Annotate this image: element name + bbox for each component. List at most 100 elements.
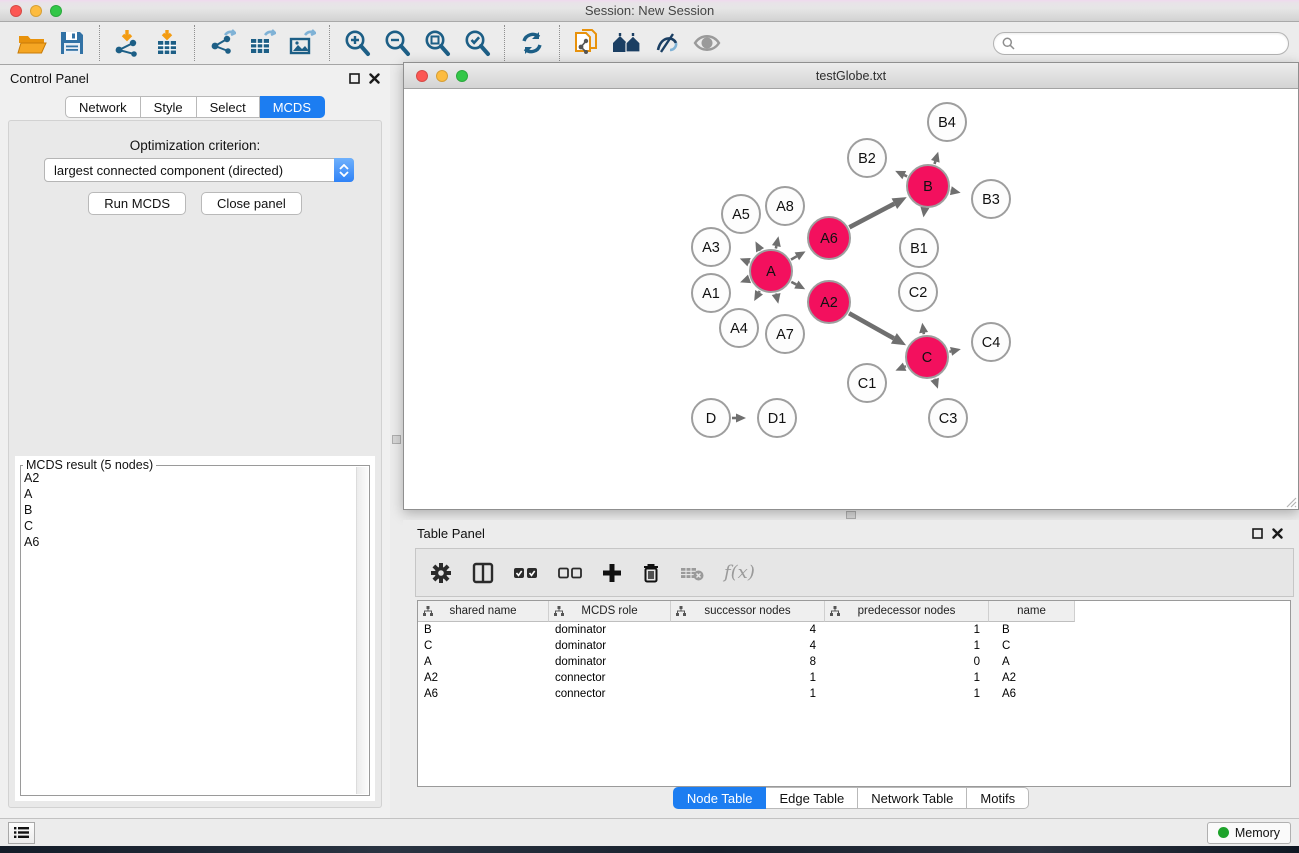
table-cell[interactable]: 0 <box>825 654 989 670</box>
memory-button[interactable]: Memory <box>1207 822 1291 844</box>
delete-column-button[interactable] <box>642 562 660 583</box>
graph-node-A6[interactable]: A6 <box>808 217 850 259</box>
graph-node-A8[interactable]: A8 <box>766 187 804 225</box>
table-cell[interactable]: 1 <box>825 670 989 686</box>
zoom-fit-button[interactable] <box>417 24 457 62</box>
graph-node-D1[interactable]: D1 <box>758 399 796 437</box>
column-header-shared-name[interactable]: shared name <box>418 601 549 622</box>
network-canvas[interactable]: B4B2BB3A8A5A6A3B1AA1C2A2A4A7C4CC1C3DD1 <box>404 89 1298 509</box>
graph-node-C2[interactable]: C2 <box>899 273 937 311</box>
table-cell[interactable]: 1 <box>825 622 989 638</box>
close-panel-icon[interactable] <box>369 73 380 84</box>
graph-node-D[interactable]: D <box>692 399 730 437</box>
new-network-from-selection-button[interactable] <box>567 24 607 62</box>
task-history-button[interactable] <box>8 822 35 844</box>
graph-edge-A6-B[interactable] <box>849 204 894 228</box>
result-item[interactable]: A2 <box>24 470 355 486</box>
graph-node-B3[interactable]: B3 <box>972 180 1010 218</box>
zoom-out-button[interactable] <box>377 24 417 62</box>
table-cell[interactable]: A6 <box>418 686 549 702</box>
import-table-button[interactable] <box>147 24 187 62</box>
graph-node-A5[interactable]: A5 <box>722 195 760 233</box>
float-panel-icon[interactable] <box>1252 528 1263 539</box>
export-image-button[interactable] <box>282 24 322 62</box>
run-mcds-button[interactable]: Run MCDS <box>88 192 186 215</box>
search-input[interactable] <box>1020 36 1280 50</box>
column-header-predecessor-nodes[interactable]: predecessor nodes <box>825 601 989 622</box>
network-graph[interactable]: B4B2BB3A8A5A6A3B1AA1C2A2A4A7C4CC1C3DD1 <box>404 89 1298 509</box>
table-cell[interactable]: 8 <box>671 654 825 670</box>
vertical-splitter-handle[interactable] <box>392 435 401 444</box>
mcds-result-list[interactable]: A2ABCA6 <box>24 470 355 793</box>
table-cell[interactable]: C <box>989 638 1075 654</box>
column-header-name[interactable]: name <box>989 601 1075 622</box>
graph-edge-A-A2[interactable] <box>791 282 796 285</box>
table-cell[interactable]: 1 <box>825 686 989 702</box>
graph-edge-B-B2[interactable] <box>904 175 907 176</box>
table-cell[interactable]: dominator <box>549 638 671 654</box>
tab-network-table[interactable]: Network Table <box>858 787 967 809</box>
graph-node-C[interactable]: C <box>906 336 948 378</box>
import-network-button[interactable] <box>107 24 147 62</box>
graph-node-B[interactable]: B <box>907 165 949 207</box>
tab-style[interactable]: Style <box>141 96 197 118</box>
graph-node-A3[interactable]: A3 <box>692 228 730 266</box>
home-button[interactable] <box>607 24 647 62</box>
table-cell[interactable]: 1 <box>671 686 825 702</box>
save-session-button[interactable] <box>52 24 92 62</box>
tab-motifs[interactable]: Motifs <box>967 787 1029 809</box>
table-cell[interactable]: dominator <box>549 622 671 638</box>
select-all-columns-button[interactable] <box>514 567 538 579</box>
function-builder-button[interactable]: f(x) <box>724 562 755 583</box>
zoom-in-button[interactable] <box>337 24 377 62</box>
export-table-button[interactable] <box>242 24 282 62</box>
table-row[interactable]: Cdominator41C <box>418 638 1290 654</box>
table-cell[interactable]: A <box>418 654 549 670</box>
export-network-button[interactable] <box>202 24 242 62</box>
table-cell[interactable]: 1 <box>671 670 825 686</box>
tab-select[interactable]: Select <box>197 96 260 118</box>
column-header-MCDS-role[interactable]: MCDS role <box>549 601 671 622</box>
tab-mcds[interactable]: MCDS <box>260 96 325 118</box>
horizontal-splitter-handle[interactable] <box>846 511 856 519</box>
table-cell[interactable]: B <box>989 622 1075 638</box>
open-session-button[interactable] <box>12 24 52 62</box>
graph-node-A7[interactable]: A7 <box>766 315 804 353</box>
optimization-criterion-select[interactable]: largest connected component (directed) <box>44 158 354 182</box>
graph-node-A4[interactable]: A4 <box>720 309 758 347</box>
table-row[interactable]: A6connector11A6 <box>418 686 1290 702</box>
table-cell[interactable]: B <box>418 622 549 638</box>
column-header-successor-nodes[interactable]: successor nodes <box>671 601 825 622</box>
hide-graphics-details-button[interactable] <box>647 24 687 62</box>
tab-edge-table[interactable]: Edge Table <box>766 787 858 809</box>
result-item[interactable]: A6 <box>24 534 355 550</box>
split-view-button[interactable] <box>472 562 494 584</box>
graph-node-B4[interactable]: B4 <box>928 103 966 141</box>
refresh-button[interactable] <box>512 24 552 62</box>
resize-grip-icon[interactable] <box>1285 496 1297 508</box>
delete-table-button[interactable] <box>680 565 704 581</box>
graph-edge-C-C1[interactable] <box>905 366 906 367</box>
zoom-selected-button[interactable] <box>457 24 497 62</box>
graph-node-C3[interactable]: C3 <box>929 399 967 437</box>
table-row[interactable]: A2connector11A2 <box>418 670 1290 686</box>
table-cell[interactable]: dominator <box>549 654 671 670</box>
result-item[interactable]: B <box>24 502 355 518</box>
birds-eye-view-button[interactable] <box>687 24 727 62</box>
table-cell[interactable]: connector <box>549 686 671 702</box>
table-cell[interactable]: connector <box>549 670 671 686</box>
result-item[interactable]: C <box>24 518 355 534</box>
table-cell[interactable]: 4 <box>671 622 825 638</box>
close-panel-button[interactable]: Close panel <box>201 192 302 215</box>
table-cell[interactable]: A <box>989 654 1075 670</box>
result-scrollbar[interactable] <box>356 467 368 794</box>
table-cell[interactable]: A6 <box>989 686 1075 702</box>
graph-node-B1[interactable]: B1 <box>900 229 938 267</box>
table-cell[interactable]: A2 <box>418 670 549 686</box>
result-item[interactable]: A <box>24 486 355 502</box>
graph-node-A2[interactable]: A2 <box>808 281 850 323</box>
close-panel-icon[interactable] <box>1272 528 1283 539</box>
float-panel-icon[interactable] <box>349 73 360 84</box>
network-window-titlebar[interactable]: testGlobe.txt <box>404 63 1298 89</box>
table-settings-button[interactable] <box>430 562 452 584</box>
